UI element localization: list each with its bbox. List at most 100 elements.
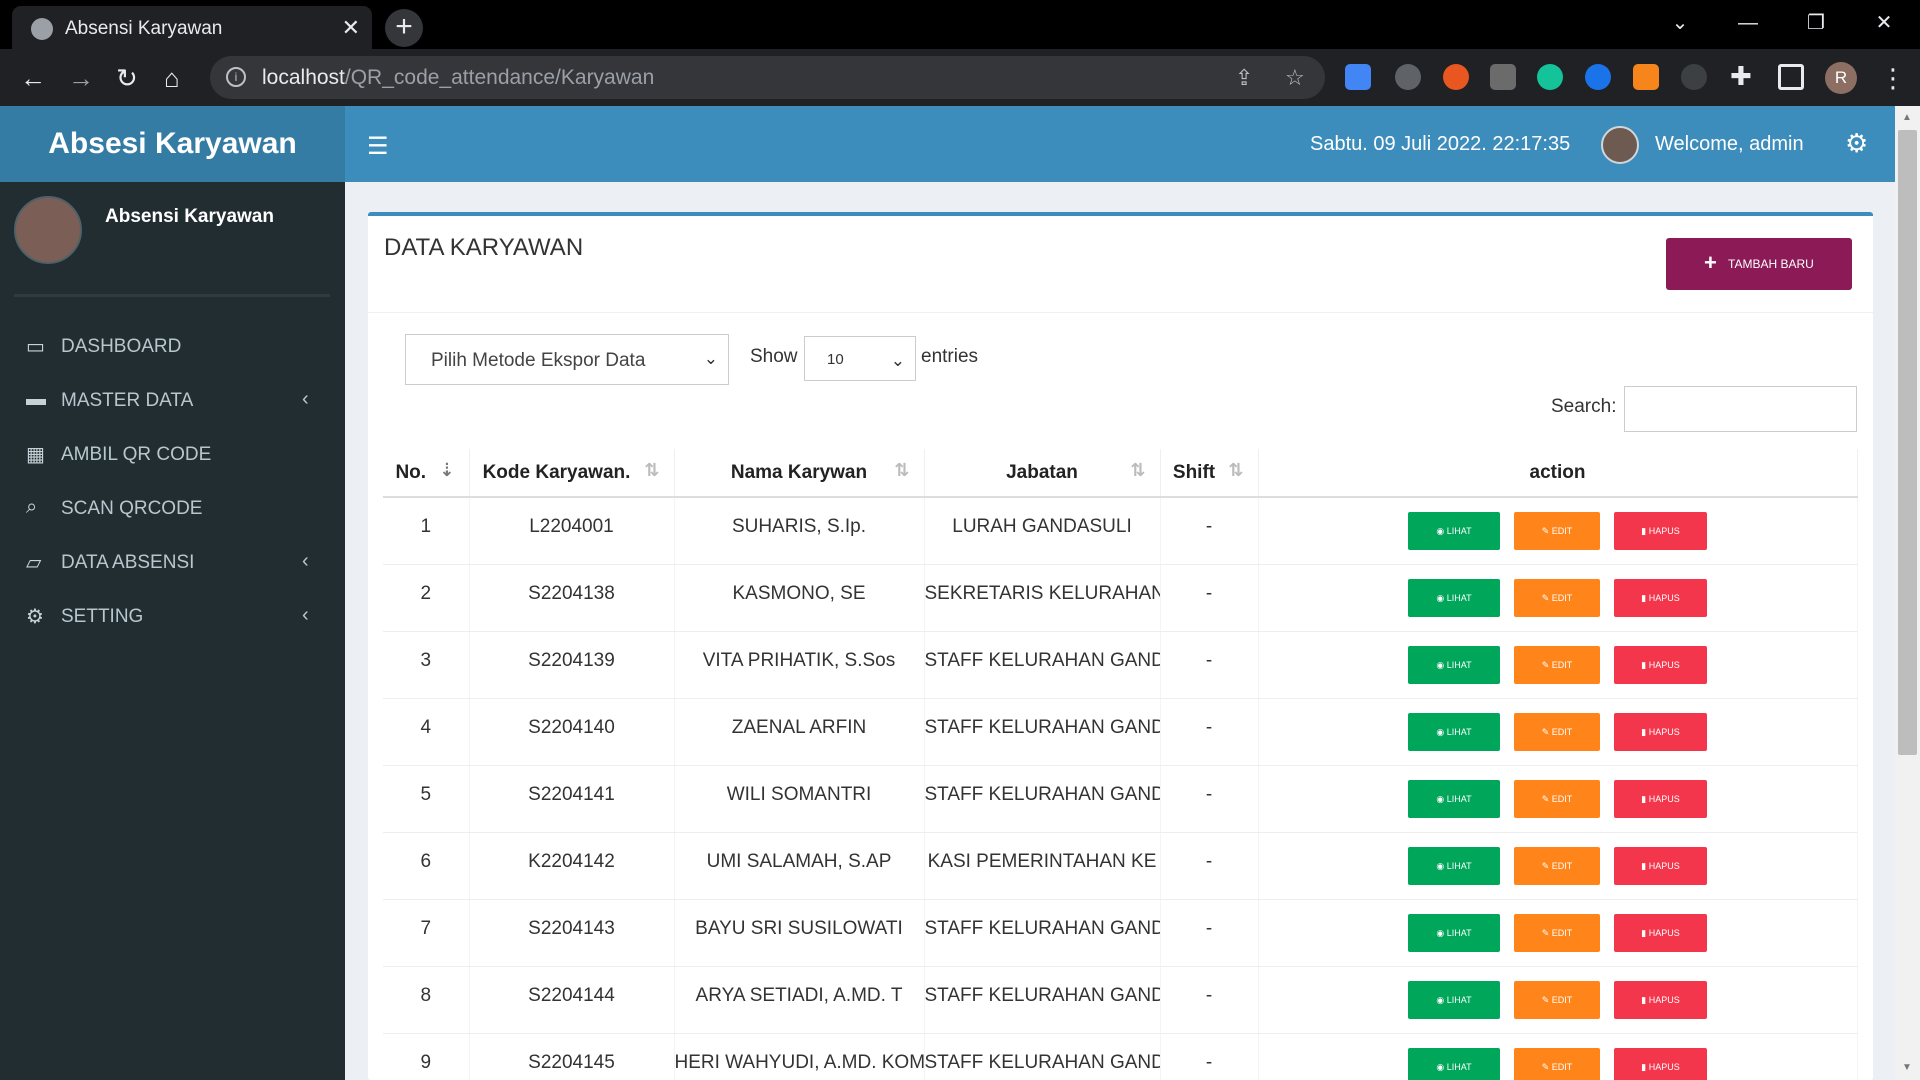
column-header-no[interactable]: No. ⇣ [383, 449, 470, 498]
delete-button[interactable]: ▮ HAPUS [1614, 578, 1707, 617]
column-header-shift[interactable]: Shift ⇅ [1160, 449, 1259, 498]
sidebar-item-ambil-qr-code[interactable]: ▦ AMBIL QR CODE [0, 426, 345, 482]
delete-button[interactable]: ▮ HAPUS [1614, 645, 1707, 684]
sort-icon: ⇅ [1228, 460, 1244, 480]
extensions-puzzle-icon[interactable]: ✚ [1730, 61, 1752, 92]
view-button[interactable]: ◉ LIHAT [1408, 712, 1500, 751]
network-extension-icon[interactable] [1585, 64, 1611, 90]
search-input[interactable] [1624, 386, 1857, 432]
edit-button[interactable]: ✎ EDIT [1514, 578, 1600, 617]
edit-button-label: EDIT [1551, 726, 1573, 737]
column-header-jabatan[interactable]: Jabatan ⇅ [924, 449, 1161, 498]
edit-button[interactable]: ✎ EDIT [1514, 779, 1600, 818]
welcome-text[interactable]: Welcome, admin [1655, 133, 1804, 156]
sidebar-item-setting[interactable]: ⚙ SETTING ‹ [0, 588, 345, 644]
shield-extension-icon[interactable] [1443, 64, 1469, 90]
browser-tabbar: Absensi Karyawan ✕ + ⌄ — ❐ ✕ [0, 0, 1920, 49]
view-button[interactable]: ◉ LIHAT [1408, 578, 1500, 617]
sidepanel-icon[interactable] [1778, 64, 1804, 90]
edit-button[interactable]: ✎ EDIT [1514, 712, 1600, 751]
grammarly-extension-icon[interactable] [1537, 64, 1563, 90]
sidebar-item-scan-qrcode[interactable]: ⌕ SCAN QRCODE [0, 480, 345, 536]
table-row: 3 S2204139 VITA PRIHATIK, S.Sos STAFF KELUR… [383, 631, 1858, 699]
view-button-label: LIHAT [1446, 793, 1472, 804]
edit-button[interactable]: ✎ EDIT [1514, 980, 1600, 1019]
gears-icon[interactable]: ⚙ [1845, 128, 1868, 159]
translate-extension-icon[interactable] [1345, 64, 1371, 90]
edit-button-label: EDIT [1551, 659, 1573, 670]
view-button[interactable]: ◉ LIHAT [1408, 512, 1500, 550]
view-button[interactable]: ◉ LIHAT [1408, 645, 1500, 684]
cell-shift: - [1160, 1033, 1259, 1080]
edit-button[interactable]: ✎ EDIT [1514, 645, 1600, 684]
tab-search-icon[interactable]: ⌄ [1645, 4, 1715, 42]
tb-extension-icon[interactable] [1490, 64, 1516, 90]
view-button[interactable]: ◉ LIHAT [1408, 980, 1500, 1019]
content-box: DATA KARYAWAN + TAMBAH BARU Pilih Metode… [368, 212, 1873, 1080]
share-icon[interactable]: ⇪ [1235, 65, 1253, 91]
delete-button[interactable]: ▮ HAPUS [1614, 846, 1707, 885]
edit-button[interactable]: ✎ EDIT [1514, 512, 1600, 550]
table-row: 8 S2204144 ARYA SETIADI, A.MD. T STAFF KELU… [383, 966, 1858, 1034]
close-window-button[interactable]: ✕ [1849, 4, 1919, 42]
address-bar[interactable]: i localhost/QR_code_attendance/Karyawan … [210, 56, 1325, 99]
cell-jabatan: STAFF KELURAHAN GAND [924, 899, 1161, 967]
add-new-button[interactable]: + TAMBAH BARU [1666, 238, 1852, 290]
cell-shift: - [1160, 698, 1259, 766]
bookmark-star-icon[interactable]: ☆ [1285, 65, 1305, 91]
edit-button[interactable]: ✎ EDIT [1514, 913, 1600, 952]
sidebar-item-dashboard[interactable]: ▭ DASHBOARD [0, 318, 345, 374]
column-header-kode[interactable]: Kode Karyawan. ⇅ [469, 449, 675, 498]
url-text: localhost/QR_code_attendance/Karyawan [262, 66, 655, 89]
trash-icon: ▮ [1641, 860, 1649, 871]
edit-button[interactable]: ✎ EDIT [1514, 846, 1600, 885]
search-plus-icon: ⌕ [26, 496, 38, 518]
cell-actions: ◉ LIHAT ✎ EDIT ▮ HAPUS [1258, 1033, 1858, 1080]
sidebar-item-data-absensi[interactable]: ▱ DATA ABSENSI ‹ [0, 534, 345, 590]
reload-icon[interactable]: ↻ [116, 63, 138, 94]
scroll-up-arrow-icon[interactable]: ▲ [1902, 112, 1912, 123]
view-button[interactable]: ◉ LIHAT [1408, 913, 1500, 952]
gears-icon: ⚙ [26, 606, 44, 628]
profile-avatar[interactable]: R [1825, 62, 1857, 94]
user-avatar[interactable] [1601, 126, 1639, 164]
sort-icon: ⇅ [894, 460, 910, 480]
restore-button[interactable]: ❐ [1781, 4, 1851, 42]
new-tab-button[interactable]: + [385, 9, 423, 47]
cell-no: 1 [383, 497, 470, 565]
forward-icon[interactable]: → [68, 63, 94, 94]
edit-button[interactable]: ✎ EDIT [1514, 1047, 1600, 1080]
trash-icon: ▮ [1641, 592, 1649, 603]
vpn-extension-icon[interactable] [1395, 64, 1421, 90]
back-icon[interactable]: ← [20, 63, 46, 94]
site-info-icon[interactable]: i [226, 67, 246, 87]
delete-button-label: HAPUS [1648, 726, 1680, 737]
metamask-extension-icon[interactable] [1633, 64, 1659, 90]
sync-extension-icon[interactable] [1681, 64, 1707, 90]
close-tab-icon[interactable]: ✕ [342, 15, 360, 41]
view-button[interactable]: ◉ LIHAT [1408, 779, 1500, 818]
column-header-nama[interactable]: Nama Karywan ⇅ [674, 449, 925, 498]
delete-button[interactable]: ▮ HAPUS [1614, 980, 1707, 1019]
delete-button[interactable]: ▮ HAPUS [1614, 779, 1707, 818]
scroll-down-arrow-icon[interactable]: ▼ [1902, 1062, 1912, 1073]
browser-tab[interactable]: Absensi Karyawan ✕ [12, 6, 372, 49]
sidebar-item-master-data[interactable]: ▬ MASTER DATA ‹ [0, 372, 345, 428]
delete-button[interactable]: ▮ HAPUS [1614, 913, 1707, 952]
home-icon[interactable]: ⌂ [164, 63, 180, 94]
sidebar-toggle-icon[interactable]: ☰ [367, 132, 389, 161]
app-logo[interactable]: Absesi Karyawan [0, 106, 345, 182]
cell-nama: BAYU SRI SUSILOWATI [674, 899, 925, 967]
browser-menu-icon[interactable]: ⋮ [1880, 63, 1906, 94]
scrollbar-thumb[interactable] [1898, 130, 1917, 755]
export-method-select[interactable]: Pilih Metode Ekspor Data ⌄ [405, 334, 729, 385]
view-button[interactable]: ◉ LIHAT [1408, 1047, 1500, 1080]
cell-shift: - [1160, 564, 1259, 632]
delete-button[interactable]: ▮ HAPUS [1614, 512, 1707, 550]
minimize-button[interactable]: — [1713, 4, 1783, 42]
delete-button[interactable]: ▮ HAPUS [1614, 712, 1707, 751]
qrcode-icon: ▦ [26, 444, 45, 466]
page-length-select[interactable]: 10 ⌄ [804, 336, 916, 381]
view-button[interactable]: ◉ LIHAT [1408, 846, 1500, 885]
delete-button[interactable]: ▮ HAPUS [1614, 1047, 1707, 1080]
